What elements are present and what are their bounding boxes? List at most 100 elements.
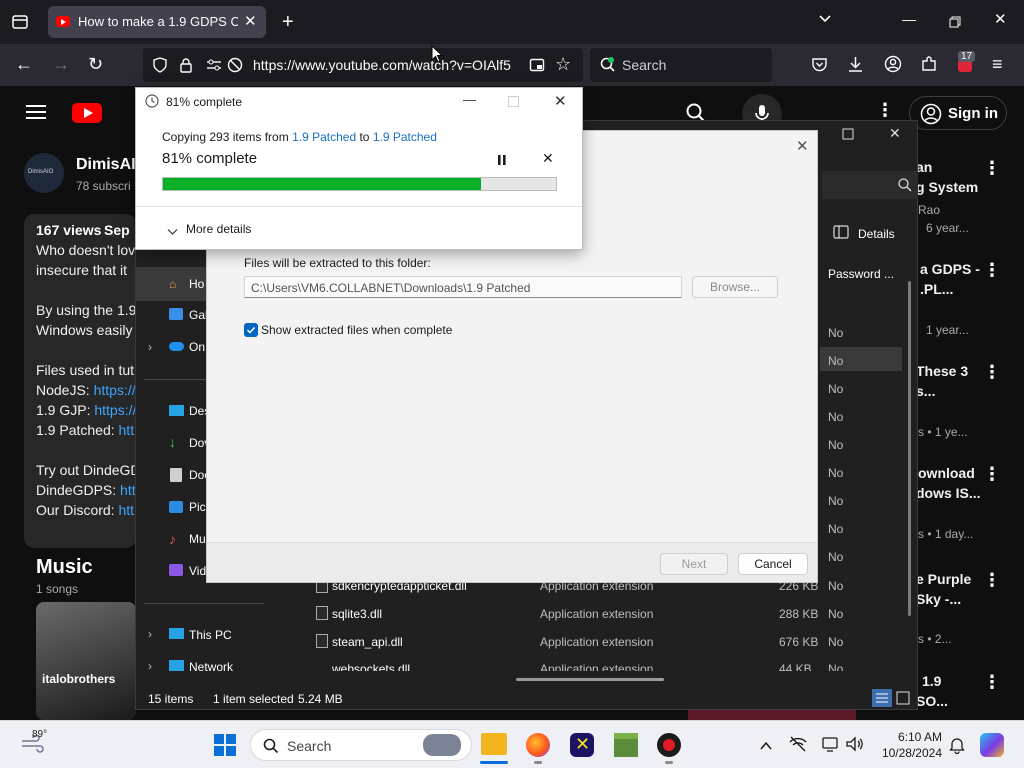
patched-link[interactable]: htt: [119, 422, 135, 438]
explorer-close-icon[interactable]: ✕: [889, 125, 901, 142]
video-thumbnail-strip[interactable]: [688, 710, 856, 720]
clock-date[interactable]: 10/28/2024: [872, 746, 942, 760]
settings-kebab-icon[interactable]: ⋮: [876, 100, 894, 121]
copy-destination-link[interactable]: 1.9 Patched: [373, 130, 437, 144]
rec-kebab-icon[interactable]: ⋮: [983, 362, 1001, 383]
rec-kebab-icon[interactable]: ⋮: [983, 260, 1001, 281]
expand-chevron-icon[interactable]: ›: [148, 659, 152, 673]
restore-window-icon[interactable]: [949, 13, 961, 31]
progress-close-icon[interactable]: ✕: [554, 92, 567, 110]
nav-item-videos[interactable]: Vid: [189, 564, 206, 578]
active-tab[interactable]: How to make a 1.9 GDPS Client ✕: [48, 6, 266, 38]
firefox-taskbar-icon[interactable]: [526, 733, 550, 757]
picture-in-picture-icon[interactable]: [529, 57, 545, 78]
pocket-icon[interactable]: [811, 56, 828, 78]
explorer-search-box[interactable]: [822, 171, 918, 199]
nav-item-gallery[interactable]: Gal: [189, 308, 208, 322]
file-name[interactable]: sqlite3.dll: [332, 607, 382, 621]
tab-list-icon[interactable]: [11, 13, 29, 34]
menu-hamburger-icon[interactable]: ≡: [992, 55, 1003, 73]
pause-icon[interactable]: [497, 153, 507, 171]
extract-path-input[interactable]: C:\Users\VM6.COLLABNET\Downloads\1.9 Pat…: [244, 276, 682, 298]
list-all-tabs-chevron-icon[interactable]: [818, 12, 832, 28]
extensions-puzzle-icon[interactable]: [920, 55, 938, 78]
gjp-link[interactable]: https://: [94, 402, 136, 418]
clock-time[interactable]: 6:10 AM: [880, 730, 942, 744]
bookmark-star-icon[interactable]: ☆: [555, 55, 571, 73]
details-pane-button[interactable]: Details: [858, 227, 895, 241]
discord-link[interactable]: htt: [118, 502, 134, 518]
horizontal-scrollbar[interactable]: [516, 678, 664, 681]
browse-button[interactable]: Browse...: [692, 276, 778, 298]
youtube-logo-icon[interactable]: [72, 103, 102, 128]
copy-source-link[interactable]: 1.9 Patched: [292, 130, 356, 144]
partial-file-row[interactable]: websockets.dll Application extension 44 …: [316, 661, 906, 671]
obs-record-taskbar-icon[interactable]: [657, 733, 681, 757]
url-text[interactable]: https://www.youtube.com/watch?v=OIAlf5: [253, 57, 518, 73]
rec-title[interactable]: s...: [916, 383, 935, 399]
show-files-label[interactable]: Show extracted files when complete: [261, 323, 452, 337]
display-icon[interactable]: [822, 736, 840, 757]
progress-title-bar[interactable]: 81% complete — ✕: [136, 88, 582, 116]
back-arrow-icon[interactable]: ←: [15, 55, 33, 73]
autoplay-blocked-icon[interactable]: [227, 57, 243, 78]
explorer-maximize-icon[interactable]: [842, 127, 854, 145]
sign-in-button[interactable]: Sign in: [909, 96, 1007, 130]
vertical-scrollbar[interactable]: [908, 281, 911, 616]
details-pane-icon[interactable]: [833, 225, 849, 244]
rec-title[interactable]: Sky -...: [916, 591, 961, 607]
rec-title[interactable]: ownload: [918, 465, 975, 481]
rec-kebab-icon[interactable]: ⋮: [983, 672, 1001, 693]
volume-icon[interactable]: [846, 736, 864, 757]
downloads-icon[interactable]: [847, 55, 864, 76]
rec-title[interactable]: These 3: [916, 363, 968, 379]
close-tab-icon[interactable]: ✕: [244, 12, 257, 30]
rec-kebab-icon[interactable]: ⋮: [983, 158, 1001, 179]
nav-item-onedrive[interactable]: On: [189, 340, 205, 354]
guide-menu-icon[interactable]: [26, 104, 46, 125]
new-tab-icon[interactable]: +: [282, 12, 294, 32]
dindegdps-link[interactable]: htt: [120, 482, 136, 498]
rec-kebab-icon[interactable]: ⋮: [983, 464, 1001, 485]
music-album-art[interactable]: italobrothers: [36, 602, 136, 720]
minecraft-taskbar-icon[interactable]: [614, 733, 638, 757]
nav-item-pictures[interactable]: Pic: [189, 500, 206, 514]
close-window-icon[interactable]: ✕: [994, 12, 1007, 27]
rec-title[interactable]: an: [916, 159, 932, 175]
expand-chevron-icon[interactable]: ›: [148, 340, 152, 354]
details-view-icon[interactable]: [872, 689, 892, 707]
copilot-icon[interactable]: [980, 733, 1004, 757]
notification-bell-icon[interactable]: [949, 736, 965, 759]
tiles-view-icon[interactable]: [896, 691, 910, 710]
nav-item-network[interactable]: Network: [189, 660, 233, 674]
rec-kebab-icon[interactable]: ⋮: [983, 570, 1001, 591]
column-header-password[interactable]: Password ...: [828, 267, 894, 281]
network-status-icon[interactable]: [789, 736, 807, 757]
rec-title[interactable]: g System: [916, 179, 978, 195]
extract-close-icon[interactable]: ✕: [796, 137, 809, 155]
reload-icon[interactable]: ↻: [88, 55, 103, 73]
expand-chevron-icon[interactable]: ›: [148, 627, 152, 641]
url-bar[interactable]: https://www.youtube.com/watch?v=OIAlf5 ☆: [143, 48, 583, 82]
nodejs-link[interactable]: https://: [94, 382, 136, 398]
windows-start-icon[interactable]: [214, 734, 236, 761]
rec-title[interactable]: a GDPS -: [920, 261, 980, 277]
account-icon[interactable]: [884, 55, 902, 78]
show-hidden-icons-chevron-icon[interactable]: [760, 738, 772, 756]
rec-title[interactable]: 1.9: [922, 673, 941, 689]
tracking-shield-icon[interactable]: [152, 57, 168, 78]
more-details-button[interactable]: More details: [186, 222, 251, 236]
taskbar-search-box[interactable]: Search: [250, 729, 472, 761]
lock-icon[interactable]: [179, 57, 193, 78]
show-files-checkbox[interactable]: [244, 323, 258, 337]
channel-avatar[interactable]: DimisAIO: [24, 153, 64, 193]
rec-title[interactable]: e Purple: [916, 571, 971, 587]
geometry-dash-taskbar-icon[interactable]: ✕: [570, 733, 594, 757]
cancel-button[interactable]: Cancel: [738, 553, 808, 575]
next-button[interactable]: Next: [660, 553, 728, 575]
rec-title[interactable]: dows IS...: [916, 485, 981, 501]
rec-title[interactable]: .PL...: [920, 281, 953, 297]
forward-arrow-icon[interactable]: →: [52, 55, 70, 73]
permissions-icon[interactable]: [205, 57, 223, 78]
nav-item-music[interactable]: Mu: [189, 532, 206, 546]
